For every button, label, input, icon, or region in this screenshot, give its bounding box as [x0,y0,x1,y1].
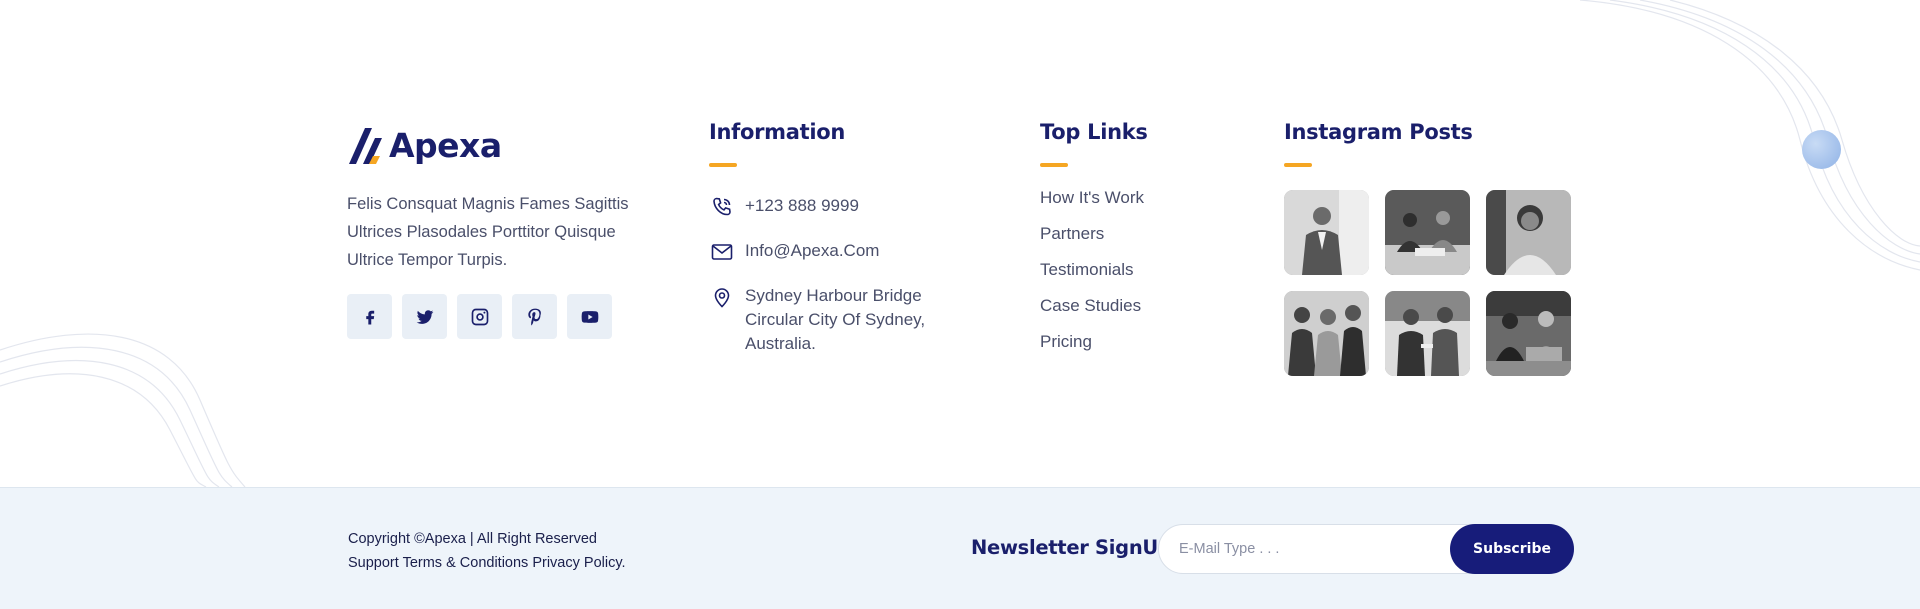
rights-text: All Right Reserved [476,531,597,547]
instagram-post[interactable] [1284,291,1369,376]
pinterest-icon [527,308,541,325]
newsletter-form: Subscribe [1158,524,1574,574]
instagram-grid [1284,190,1571,376]
photo-business-handshake [1385,291,1470,376]
photo-team-group [1284,291,1369,376]
privacy-link[interactable]: Privacy Policy. [532,555,625,571]
copyright-block: Copyright ©Apexa | All Right Reserved Su… [348,527,626,575]
heading-underline [709,163,737,167]
terms-link[interactable]: Terms & Conditions [403,555,529,571]
phone-item[interactable]: +123 888 9999 [709,194,859,220]
instagram-button[interactable] [457,294,502,339]
address-item: Sydney Harbour Bridge Circular City Of S… [709,284,945,356]
youtube-button[interactable] [567,294,612,339]
location-pin-icon [709,284,735,310]
email-address: Info@Apexa.Com [745,241,880,260]
photo-laptop-work [1486,291,1571,376]
footer-bottom-bar [0,487,1920,609]
link-case-studies[interactable]: Case Studies [1040,296,1141,316]
twitter-button[interactable] [402,294,447,339]
subscribe-button[interactable]: Subscribe [1450,524,1574,574]
instagram-post[interactable] [1284,190,1369,275]
phone-number: +123 888 9999 [745,196,859,215]
heading-underline [1040,163,1068,167]
brand-logo[interactable]: Apexa [347,124,502,166]
social-links [347,294,612,339]
newsletter-title: Newsletter SignUp! [971,536,1181,559]
newsletter-email-input[interactable] [1179,525,1439,573]
link-testimonials[interactable]: Testimonials [1040,260,1134,280]
photo-team-meeting [1385,190,1470,275]
instagram-post[interactable] [1486,190,1571,275]
footer-main: Apexa Felis Consquat Magnis Fames Sagitt… [0,0,1920,487]
twitter-icon [416,309,433,324]
information-heading: Information [709,120,846,144]
top-links-heading: Top Links [1040,120,1148,144]
street-address: Sydney Harbour Bridge Circular City Of S… [745,286,926,353]
mail-icon [709,239,735,265]
instagram-post[interactable] [1486,291,1571,376]
brand-description: Felis Consquat Magnis Fames Sagittis Ult… [347,195,629,269]
email-item[interactable]: Info@Apexa.Com [709,239,879,265]
instagram-heading: Instagram Posts [1284,120,1473,144]
link-partners[interactable]: Partners [1040,224,1104,244]
photo-woman-smiling [1486,190,1571,275]
support-link[interactable]: Support [348,555,399,571]
instagram-icon [471,308,488,325]
youtube-icon [581,310,598,323]
instagram-post[interactable] [1385,190,1470,275]
logo-mark-icon [349,128,382,164]
copyright-text: Copyright ©Apexa | [348,531,474,547]
facebook-button[interactable] [347,294,392,339]
heading-underline [1284,163,1312,167]
facebook-icon [365,310,374,324]
phone-icon [709,194,735,220]
brand-name: Apexa [389,125,502,165]
link-pricing[interactable]: Pricing [1040,332,1092,352]
floating-bubble [1802,130,1841,169]
photo-man-suit [1284,190,1369,275]
link-how-its-work[interactable]: How It's Work [1040,188,1144,208]
pinterest-button[interactable] [512,294,557,339]
instagram-post[interactable] [1385,291,1470,376]
